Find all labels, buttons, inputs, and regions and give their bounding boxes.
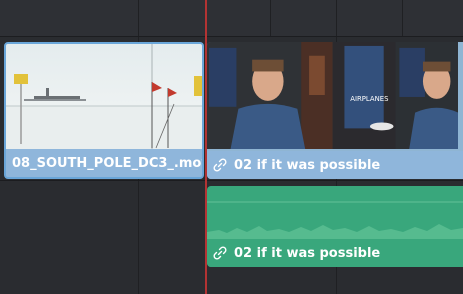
clip-label-bar: 08_SOUTH_POLE_DC3_.mov <box>6 149 202 177</box>
clip-name: 08_SOUTH_POLE_DC3_.mov <box>12 155 204 171</box>
south-pole-thumbnail <box>6 44 202 151</box>
interview-thumbnail: AIRPLANES <box>207 42 459 149</box>
link-icon <box>213 158 227 172</box>
clip-name: 02 if it was possible <box>234 245 381 261</box>
video-clip-south-pole[interactable]: 08_SOUTH_POLE_DC3_.mov <box>4 42 204 179</box>
clip-label-bar: 02 if it was possible <box>207 151 463 179</box>
clip-label-bar: 02 if it was possible <box>207 239 463 267</box>
audio-waveform <box>207 201 463 239</box>
track-gridline <box>138 181 139 294</box>
timeline-ruler[interactable] <box>0 0 463 37</box>
clip-name: 02 if it was possible <box>234 157 381 173</box>
ruler-tick <box>138 0 139 36</box>
svg-text:AIRPLANES: AIRPLANES <box>350 95 388 103</box>
ruler-tick <box>402 0 403 36</box>
playhead[interactable] <box>205 0 207 294</box>
ruler-tick <box>336 0 337 36</box>
timeline: 08_SOUTH_POLE_DC3_.mov AIRPLANES 02 if i… <box>0 0 463 294</box>
link-icon <box>213 246 227 260</box>
audio-clip-interview[interactable]: 02 if it was possible <box>207 186 463 267</box>
ruler-tick <box>270 0 271 36</box>
video-clip-interview[interactable]: AIRPLANES 02 if it was possible <box>207 42 463 179</box>
